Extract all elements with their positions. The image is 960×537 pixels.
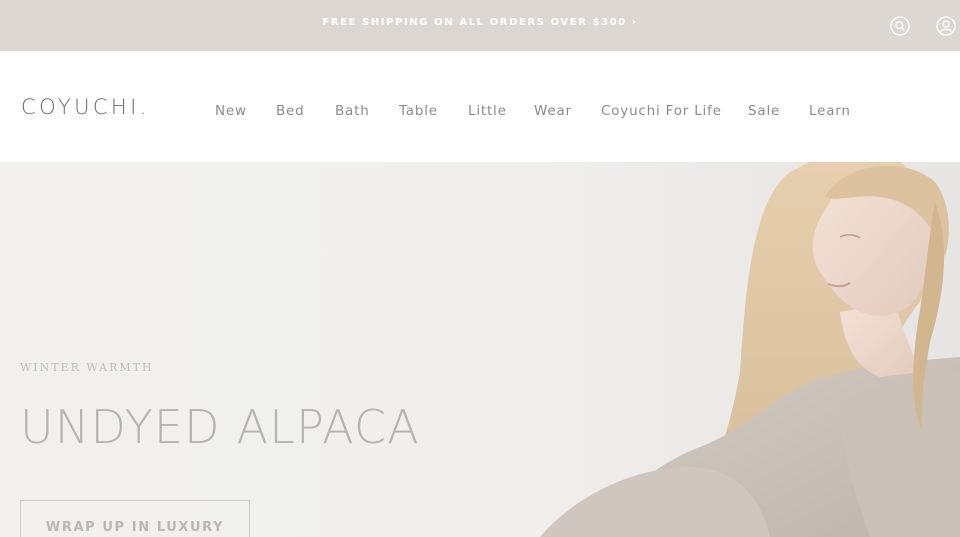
nav-item-table[interactable]: Table xyxy=(399,103,438,119)
nav-item-bed[interactable]: Bed xyxy=(276,103,305,119)
wrap-up-in-luxury-button[interactable]: WRAP UP IN LUXURY xyxy=(20,500,250,537)
hero-kicker: WINTER WARMTH xyxy=(20,361,154,374)
main-nav: New Bed Bath Table Little Wear Coyuchi F… xyxy=(0,103,960,123)
hero-model-image xyxy=(540,162,960,537)
hero-banner: WINTER WARMTH UNDYED ALPACA WRAP UP IN L… xyxy=(0,162,960,537)
nav-item-new[interactable]: New xyxy=(215,103,247,119)
nav-item-bath[interactable]: Bath xyxy=(335,103,370,119)
nav-item-little[interactable]: Little xyxy=(468,103,507,119)
free-shipping-link[interactable]: FREE SHIPPING ON ALL ORDERS OVER $300 › xyxy=(0,17,960,28)
search-icon[interactable] xyxy=(890,16,910,36)
hero-title: UNDYED ALPACA xyxy=(20,400,420,454)
announcement-bar: FREE SHIPPING ON ALL ORDERS OVER $300 › xyxy=(0,0,960,51)
site-header: COYUCHI. New Bed Bath Table Little Wear … xyxy=(0,51,960,162)
nav-item-wear[interactable]: Wear xyxy=(534,103,572,119)
nav-item-coyuchi-for-life[interactable]: Coyuchi For Life xyxy=(601,103,722,119)
nav-item-learn[interactable]: Learn xyxy=(809,103,851,119)
user-icon[interactable] xyxy=(936,16,956,36)
nav-item-sale[interactable]: Sale xyxy=(748,103,780,119)
